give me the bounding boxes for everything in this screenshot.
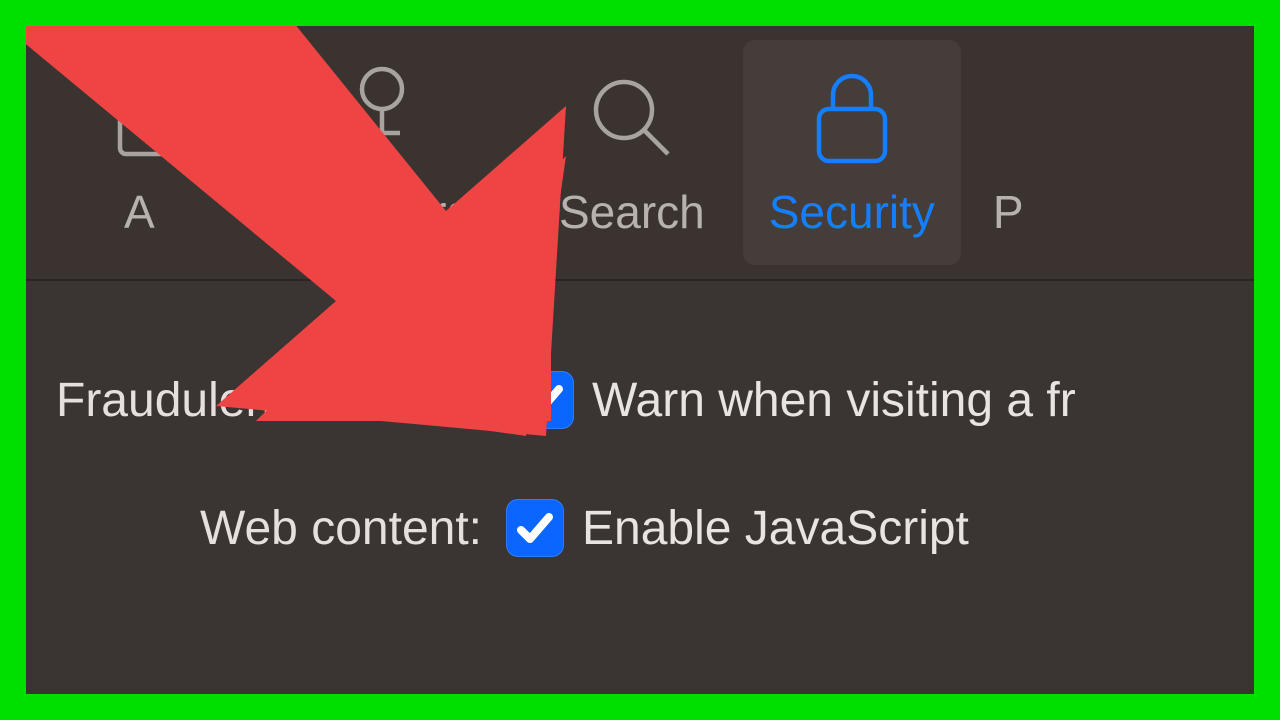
key-icon: [332, 63, 432, 173]
preferences-toolbar: A Passwords: [26, 26, 1254, 281]
thumbnail-frame: A Passwords: [0, 0, 1280, 720]
search-icon: [582, 63, 682, 173]
setting-label: Web content:: [26, 501, 506, 556]
tab-label: Search: [559, 185, 705, 239]
tab-security[interactable]: Security: [743, 40, 961, 265]
checkbox-label: Enable JavaScript: [582, 501, 969, 556]
tab-label: P: [993, 185, 1024, 239]
checkbox-enable-javascript[interactable]: [506, 499, 564, 557]
preferences-window: A Passwords: [26, 26, 1254, 694]
tab-label: Passwords: [270, 185, 495, 239]
tab-label: A: [106, 185, 155, 239]
lock-icon: [807, 63, 897, 173]
setting-row-fraudulent: Fraudulen Warn when visiting a fr: [26, 371, 1254, 429]
checkbox-warn-fraudulent[interactable]: [516, 371, 574, 429]
setting-label: Fraudulen: [26, 373, 516, 428]
tab-search[interactable]: Search: [533, 40, 731, 265]
tab-passwords[interactable]: Passwords: [244, 40, 521, 265]
security-settings-pane: Fraudulen Warn when visiting a fr Web co…: [26, 281, 1254, 557]
tab-label: Security: [769, 185, 935, 239]
pencil-square-icon: [106, 63, 206, 173]
tab-autofill[interactable]: A: [80, 40, 232, 265]
checkbox-label: Warn when visiting a fr: [592, 373, 1076, 428]
hand-icon: [1003, 63, 1013, 173]
setting-row-webcontent: Web content: Enable JavaScript: [26, 499, 1254, 557]
tab-privacy[interactable]: P: [973, 40, 1050, 265]
